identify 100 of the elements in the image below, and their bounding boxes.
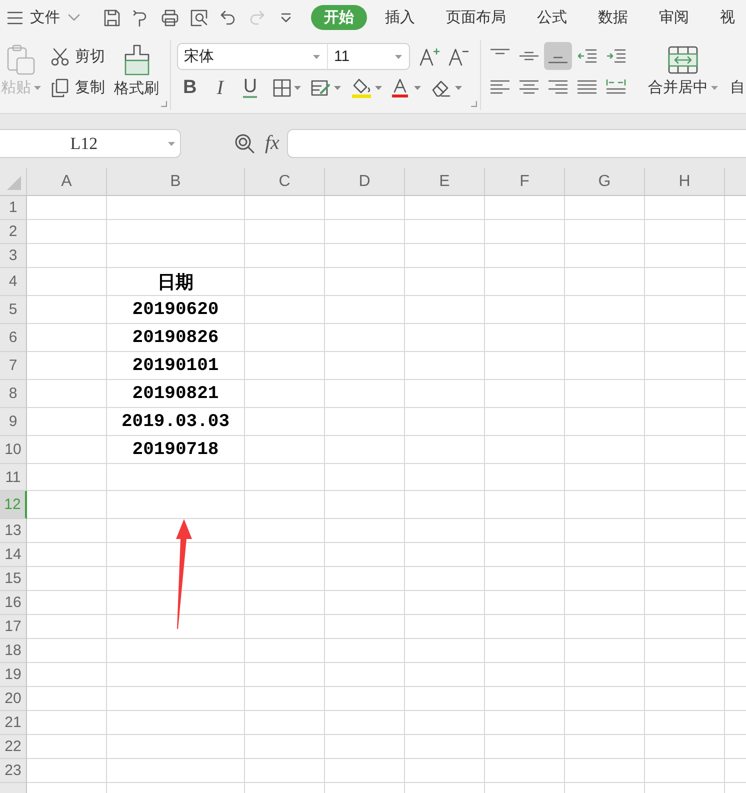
table-cell[interactable] xyxy=(245,324,325,352)
zoom-icon[interactable] xyxy=(234,133,255,154)
column-header[interactable]: D xyxy=(325,168,405,196)
table-cell[interactable] xyxy=(107,220,245,244)
row-header[interactable]: 2 xyxy=(0,220,27,244)
table-cell[interactable] xyxy=(245,352,325,380)
table-cell[interactable] xyxy=(325,220,405,244)
row-header[interactable]: 11 xyxy=(0,464,27,491)
table-cell[interactable] xyxy=(325,591,405,615)
save-icon[interactable] xyxy=(102,8,122,28)
ribbon-tab[interactable]: 开始 xyxy=(311,5,367,30)
table-cell[interactable] xyxy=(27,735,107,759)
caret-icon[interactable] xyxy=(395,54,402,58)
caret-icon[interactable] xyxy=(375,86,382,90)
bold-button[interactable]: B xyxy=(183,76,197,98)
table-cell[interactable] xyxy=(565,296,645,324)
table-cell[interactable] xyxy=(107,491,245,519)
table-cell[interactable] xyxy=(27,380,107,408)
column-header[interactable]: F xyxy=(485,168,565,196)
table-cell[interactable] xyxy=(485,244,565,268)
table-cell[interactable] xyxy=(565,464,645,491)
indent-icon[interactable] xyxy=(606,48,626,64)
align-bottom-icon[interactable] xyxy=(544,42,572,70)
table-cell[interactable] xyxy=(405,639,485,663)
table-cell[interactable] xyxy=(405,519,485,543)
align-left-icon[interactable] xyxy=(490,79,510,95)
table-cell[interactable] xyxy=(645,324,725,352)
table-cell[interactable] xyxy=(565,244,645,268)
table-cell[interactable] xyxy=(485,220,565,244)
table-cell[interactable] xyxy=(565,711,645,735)
table-cell[interactable] xyxy=(245,491,325,519)
table-cell[interactable] xyxy=(405,408,485,436)
table-cell[interactable] xyxy=(245,567,325,591)
table-cell[interactable]: 20190620 xyxy=(107,296,245,324)
table-cell[interactable] xyxy=(645,408,725,436)
table-cell[interactable] xyxy=(325,735,405,759)
caret-icon[interactable] xyxy=(313,54,320,58)
formula-input[interactable] xyxy=(287,129,746,158)
table-cell[interactable] xyxy=(405,464,485,491)
table-cell[interactable] xyxy=(245,436,325,464)
table-cell[interactable] xyxy=(485,735,565,759)
table-cell[interactable] xyxy=(405,687,485,711)
table-cell[interactable] xyxy=(565,380,645,408)
table-cell[interactable] xyxy=(645,220,725,244)
table-cell[interactable] xyxy=(565,324,645,352)
table-cell[interactable] xyxy=(107,244,245,268)
table-cell[interactable] xyxy=(405,591,485,615)
table-cell[interactable] xyxy=(565,196,645,220)
table-cell[interactable] xyxy=(245,408,325,436)
dropdown-icon[interactable] xyxy=(280,12,292,24)
table-cell[interactable] xyxy=(485,268,565,296)
column-header[interactable]: C xyxy=(245,168,325,196)
table-cell[interactable] xyxy=(485,464,565,491)
page-magnifier-icon[interactable] xyxy=(189,8,209,28)
cut-button[interactable]: 剪切 xyxy=(50,47,105,67)
ribbon-tab[interactable]: 视 xyxy=(707,5,746,30)
table-cell[interactable] xyxy=(27,543,107,567)
row-header[interactable]: 20 xyxy=(0,687,27,711)
table-cell[interactable] xyxy=(565,352,645,380)
table-pen-icon[interactable] xyxy=(311,78,332,96)
table-cell[interactable] xyxy=(645,436,725,464)
table-cell[interactable] xyxy=(645,352,725,380)
paint-bucket-icon[interactable] xyxy=(352,78,372,98)
row-header[interactable]: 3 xyxy=(0,244,27,268)
table-cell[interactable]: 20190101 xyxy=(107,352,245,380)
row-header[interactable]: 7 xyxy=(0,352,27,380)
table-cell[interactable] xyxy=(27,436,107,464)
table-cell[interactable] xyxy=(485,408,565,436)
table-cell[interactable] xyxy=(27,324,107,352)
table-cell[interactable] xyxy=(565,268,645,296)
table-cell[interactable] xyxy=(485,436,565,464)
row-header[interactable]: 5 xyxy=(0,296,27,324)
row-header[interactable]: 21 xyxy=(0,711,27,735)
file-menu-button[interactable]: 文件 xyxy=(7,6,80,30)
table-cell[interactable] xyxy=(485,711,565,735)
table-cell[interactable] xyxy=(27,408,107,436)
table-cell[interactable] xyxy=(27,220,107,244)
table-cell[interactable] xyxy=(405,296,485,324)
row-header[interactable]: 16 xyxy=(0,591,27,615)
table-cell[interactable] xyxy=(645,711,725,735)
table-cell[interactable]: 2019.03.03 xyxy=(107,408,245,436)
table-cell[interactable] xyxy=(645,735,725,759)
ribbon-button[interactable]: 自 xyxy=(730,79,745,97)
align-center-icon[interactable] xyxy=(519,79,539,95)
name-box[interactable]: L12 xyxy=(0,129,181,158)
table-cell[interactable] xyxy=(107,639,245,663)
table-cell[interactable] xyxy=(405,244,485,268)
row-header[interactable]: 13 xyxy=(0,519,27,543)
table-cell[interactable] xyxy=(565,408,645,436)
row-header[interactable]: 8 xyxy=(0,380,27,408)
table-cell[interactable] xyxy=(565,519,645,543)
table-cell[interactable] xyxy=(107,464,245,491)
ribbon-tab[interactable]: 审阅 xyxy=(646,5,702,30)
table-cell[interactable] xyxy=(325,196,405,220)
table-cell[interactable] xyxy=(565,591,645,615)
table-cell[interactable] xyxy=(645,196,725,220)
table-cell[interactable] xyxy=(325,244,405,268)
table-cell[interactable] xyxy=(645,296,725,324)
column-header[interactable]: E xyxy=(405,168,485,196)
table-cell[interactable] xyxy=(645,759,725,783)
